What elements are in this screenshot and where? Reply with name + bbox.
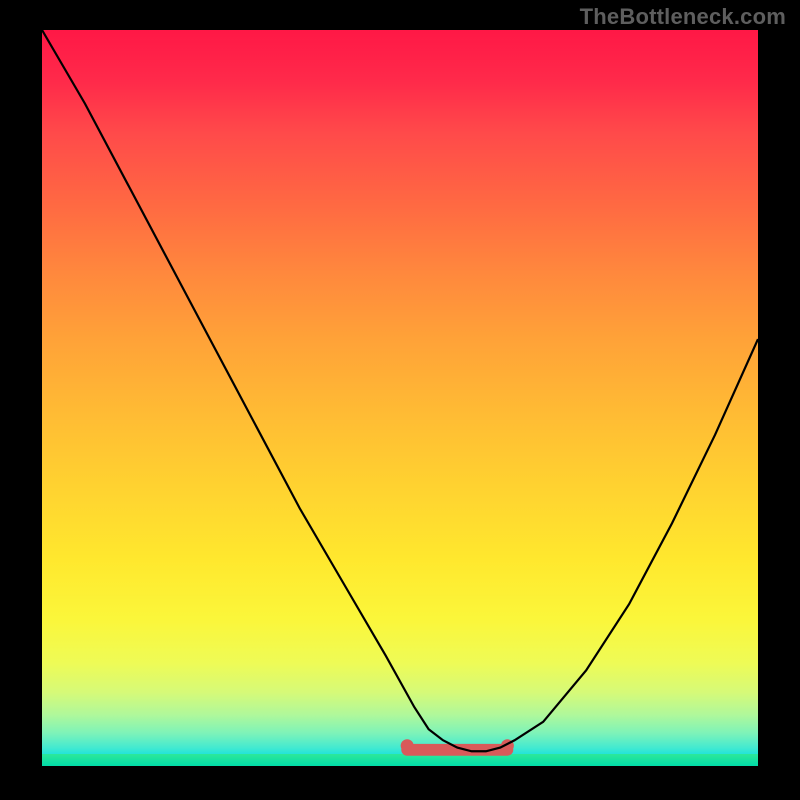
chart-container: TheBottleneck.com	[0, 0, 800, 800]
valley-marker-group	[401, 739, 514, 752]
watermark-text: TheBottleneck.com	[580, 4, 786, 30]
curve-overlay	[42, 30, 758, 766]
bottleneck-curve	[42, 30, 758, 751]
plot-area	[42, 30, 758, 766]
